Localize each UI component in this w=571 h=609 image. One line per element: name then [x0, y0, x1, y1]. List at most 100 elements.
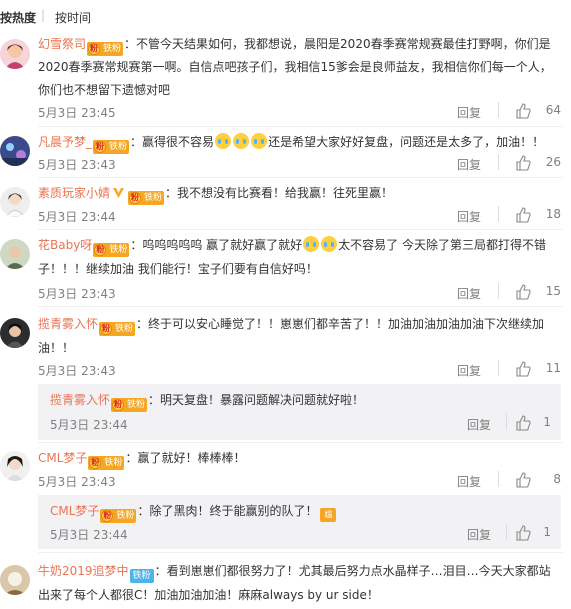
fan-level-icon: 粉: [94, 141, 107, 153]
avatar[interactable]: [0, 318, 30, 348]
fan-level-icon: 粉: [100, 323, 113, 335]
sort-bar: 按热度 | 按时间: [0, 0, 571, 30]
reply-button[interactable]: 回复: [467, 416, 491, 433]
comment-meta: 5月3日 23:43 回复 8: [38, 471, 561, 491]
like-count: 26: [545, 155, 561, 169]
thumb-up-icon: [516, 103, 531, 119]
like-count: 8: [553, 472, 561, 486]
reply-button[interactable]: 回复: [467, 526, 491, 543]
fan-badge[interactable]: 粉铁粉: [88, 456, 125, 470]
sort-by-hot[interactable]: 按热度: [0, 9, 36, 26]
like-button[interactable]: 64: [511, 103, 561, 119]
meta-divider: [498, 206, 499, 222]
meta-divider: [498, 471, 499, 487]
comment-text-line: 2020春季赛常规赛第一啊。自信点吧孩子们，我相信15爹会是良师益友，我相信你们…: [38, 60, 552, 74]
meta-divider: [506, 524, 507, 540]
comment-text-line: CML梦子粉铁粉 ：除了黑肉！终于能赢别的队了！尴: [50, 499, 551, 526]
fan-badge[interactable]: 粉铁粉: [128, 191, 165, 205]
thumb-up-icon: [516, 284, 531, 300]
username[interactable]: 花Baby呀: [38, 238, 92, 252]
crying-emoji-icon: [251, 133, 268, 149]
fan-badge[interactable]: 粉铁粉: [87, 42, 124, 56]
username[interactable]: 揽青雾入怀: [50, 393, 110, 407]
awkward-emoji-icon: 尴: [320, 508, 337, 522]
fan-badge[interactable]: 粉铁粉: [100, 509, 137, 523]
comment-meta: 5月3日 23:43 回复 15: [38, 283, 561, 303]
avatar[interactable]: [0, 187, 30, 217]
crying-emoji-icon: [215, 133, 232, 149]
username[interactable]: CML梦子: [50, 504, 99, 518]
thumb-up-icon: [516, 415, 531, 431]
username[interactable]: 幻雪祭司: [38, 37, 86, 51]
username[interactable]: 揽青雾入怀: [38, 317, 98, 331]
reply-button[interactable]: 回复: [457, 285, 481, 302]
thumb-up-icon: [516, 361, 531, 377]
crying-emoji-icon: [321, 236, 338, 252]
comment-text-line: 揽青雾入怀粉铁粉 ：明天复盘！暴露问题解决问题就好啦！: [50, 393, 365, 412]
timestamp: 5月3日 23:44: [50, 528, 128, 542]
fan-badge[interactable]: 粉铁粉: [93, 140, 130, 154]
avatar[interactable]: [0, 136, 30, 166]
reply-button[interactable]: 回复: [457, 473, 481, 490]
like-button[interactable]: 18: [511, 207, 561, 223]
verified-v-icon: [113, 188, 125, 198]
divider: [38, 442, 563, 443]
crying-emoji-icon: [303, 236, 320, 252]
like-button[interactable]: 11: [511, 361, 561, 377]
avatar[interactable]: [0, 239, 30, 269]
timestamp: 5月3日 23:43: [38, 475, 116, 489]
fan-badge[interactable]: 粉铁粉: [111, 398, 148, 412]
like-count: 64: [545, 103, 561, 117]
sub-reply: CML梦子粉铁粉 ：除了黑肉！终于能赢别的队了！尴 5月3日 23:44 回复 1: [38, 495, 561, 549]
comment-meta: 5月3日 23:44 回复 1: [50, 414, 561, 434]
comment-text-line: 出来了每个人都很C！加油加油加油！麻麻always by ur side！: [38, 588, 379, 602]
reply-button[interactable]: 回复: [457, 104, 481, 121]
comment-text-line: 你们也不想留下遗憾对吧: [38, 83, 171, 97]
like-count: 1: [543, 525, 551, 539]
avatar[interactable]: [0, 451, 30, 481]
timestamp: 5月3日 23:43: [38, 364, 116, 378]
sort-by-time[interactable]: 按时间: [55, 9, 91, 26]
fan-badge[interactable]: 粉铁粉: [99, 322, 136, 336]
comment-text-line: 牛奶2019追梦中 铁粉 ：看到崽崽们都很努力了！尤其最后努力点水晶样子…泪目…今天…: [38, 564, 551, 583]
like-button[interactable]: 1: [511, 525, 551, 541]
divider: [38, 177, 563, 178]
username[interactable]: 牛奶2019追梦中: [38, 564, 129, 578]
like-button[interactable]: 15: [511, 284, 561, 300]
reply-button[interactable]: 回复: [457, 362, 481, 379]
timestamp: 5月3日 23:43: [38, 287, 116, 301]
fan-badge[interactable]: 粉铁粉: [93, 243, 130, 257]
username[interactable]: CML梦子: [38, 451, 87, 465]
like-count: 18: [545, 207, 561, 221]
fan-level-icon: 粉: [101, 510, 114, 522]
like-count: 1: [543, 415, 551, 429]
divider: [38, 229, 563, 230]
like-button[interactable]: 1: [511, 415, 551, 431]
meta-divider: [498, 283, 499, 299]
comment-text-line: 揽青雾入怀粉铁粉 ：终于可以安心睡觉了！！崽崽们都辛苦了！！加油加油加油加油下次继…: [38, 317, 545, 336]
thumb-up-icon: [516, 525, 531, 541]
avatar[interactable]: [0, 565, 30, 595]
reply-button[interactable]: 回复: [457, 156, 481, 173]
meta-divider: [506, 414, 507, 430]
like-button[interactable]: 26: [511, 155, 561, 171]
like-button[interactable]: 8: [511, 472, 561, 488]
thumb-up-icon: [516, 155, 531, 171]
reply-button[interactable]: 回复: [457, 208, 481, 225]
comment-meta: 5月3日 23:44 回复 1: [50, 524, 561, 544]
username[interactable]: 素质玩家小婧: [38, 186, 110, 200]
meta-divider: [498, 154, 499, 170]
username[interactable]: 凡晨予梦_: [38, 135, 92, 149]
fan-level-icon: 粉: [112, 399, 125, 411]
divider: [38, 306, 563, 307]
fan-level-icon: 粉: [89, 457, 102, 469]
comment-text-line: CML梦子粉铁粉 ：赢了就好！棒棒棒！: [38, 451, 246, 470]
fan-level-icon: 粉: [88, 43, 101, 55]
meta-divider: [498, 102, 499, 118]
avatar[interactable]: [0, 39, 30, 69]
sort-separator: |: [41, 8, 46, 22]
comment-meta: 5月3日 23:43 回复 26: [38, 154, 561, 174]
comment-text-line: 凡晨予梦_ 粉铁粉 ：赢得很不容易 还是希望大家好好复盘，问题还是太多了，加油！！: [38, 133, 545, 154]
timestamp: 5月3日 23:44: [38, 210, 116, 224]
fan-badge[interactable]: 铁粉: [129, 569, 154, 583]
